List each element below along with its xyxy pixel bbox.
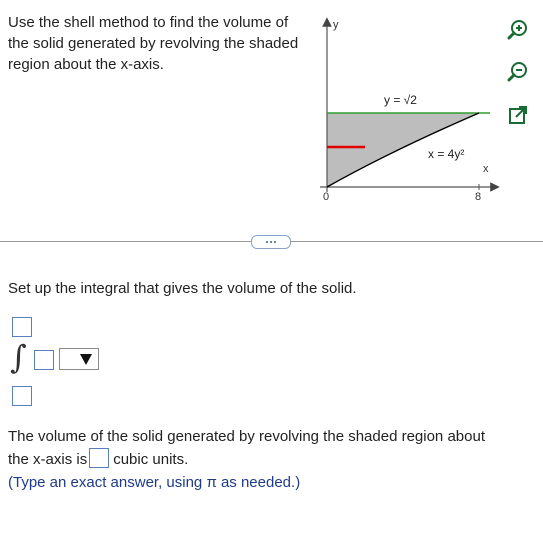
result-line2: the x-axis is cubic units. bbox=[8, 448, 538, 471]
integral-sign: ∫ bbox=[10, 338, 27, 376]
integrand-input[interactable] bbox=[34, 350, 54, 370]
popout-button[interactable] bbox=[503, 100, 533, 130]
x-tick-label: 8 bbox=[475, 191, 481, 203]
dot bbox=[270, 241, 272, 243]
dot bbox=[274, 241, 276, 243]
x-axis-label: x bbox=[483, 163, 489, 175]
result-section: The volume of the solid generated by rev… bbox=[8, 425, 538, 494]
popout-icon bbox=[509, 106, 527, 124]
zoom-out-button[interactable] bbox=[503, 56, 533, 86]
expand-button[interactable] bbox=[251, 235, 291, 249]
zoom-in-button[interactable] bbox=[503, 14, 533, 44]
differential-dropdown[interactable] bbox=[59, 348, 99, 370]
dot bbox=[266, 241, 268, 243]
y-axis-label: y bbox=[333, 19, 339, 31]
instruction-text: Set up the integral that gives the volum… bbox=[8, 280, 357, 297]
volume-answer-input[interactable] bbox=[89, 448, 110, 468]
upper-limit-input[interactable] bbox=[12, 317, 32, 337]
curve-label: x = 4y² bbox=[428, 147, 464, 161]
answer-hint: (Type an exact answer, using π as needed… bbox=[8, 474, 301, 491]
dropdown-arrow-icon bbox=[80, 353, 92, 365]
origin-label: 0 bbox=[323, 191, 329, 203]
line-label: y = √2 bbox=[384, 93, 417, 107]
lower-limit-input[interactable] bbox=[12, 386, 32, 406]
zoom-in-icon bbox=[507, 20, 527, 40]
result-prefix: the x-axis is bbox=[8, 451, 88, 468]
zoom-out-icon bbox=[507, 62, 527, 82]
result-line1: The volume of the solid generated by rev… bbox=[8, 428, 485, 445]
result-suffix: cubic units. bbox=[113, 451, 189, 468]
problem-statement: Use the shell method to find the volume … bbox=[8, 14, 299, 73]
region-graph: y x 0 8 y = √2 x = 4y² bbox=[320, 17, 500, 203]
